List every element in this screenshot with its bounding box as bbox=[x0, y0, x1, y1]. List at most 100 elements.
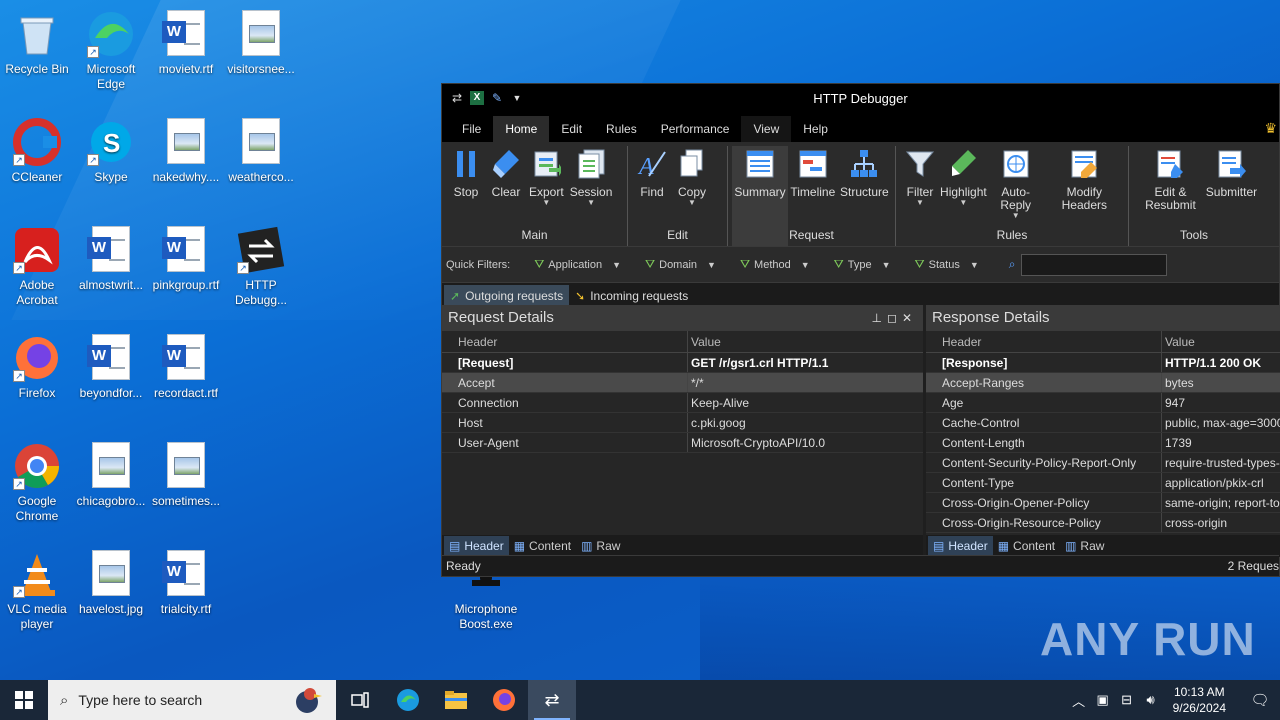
network-icon[interactable]: ⊟ bbox=[1115, 692, 1139, 708]
quick-filter-domain[interactable]: ⛛ Domain ▼ bbox=[645, 257, 716, 272]
vlc-icon: ↗ bbox=[13, 550, 61, 598]
desktop-icon-word-doc[interactable]: Wrecordact.rtf bbox=[149, 334, 223, 401]
timeline-icon bbox=[799, 150, 827, 178]
table-row[interactable]: Content-Security-Policy-Report-Only requi… bbox=[926, 453, 1280, 473]
session-dropdown-icon[interactable]: ▼ bbox=[587, 199, 595, 207]
table-row[interactable]: [Request] GET /r/gsr1.crl HTTP/1.1 bbox=[442, 353, 923, 373]
view-tab-raw[interactable]: ▥ Raw bbox=[1060, 536, 1109, 556]
desktop-icon-label: pinkgroup.rtf bbox=[152, 278, 220, 292]
table-row[interactable]: Content-Type application/pkix-crl bbox=[926, 473, 1280, 493]
desktop-icon-label: nakedwhy.... bbox=[152, 170, 220, 184]
copy-dropdown-icon[interactable]: ▼ bbox=[688, 199, 696, 207]
search-icon: ⌕ bbox=[60, 691, 69, 709]
tab-incoming-requests[interactable]: ➘ Incoming requests bbox=[569, 285, 694, 307]
quick-filter-type[interactable]: ⛛ Type ▼ bbox=[834, 257, 891, 272]
clock[interactable]: 10:13 AM 9/26/2024 bbox=[1173, 684, 1226, 716]
highlight-dropdown-icon[interactable]: ▼ bbox=[959, 199, 967, 207]
status-text: Ready bbox=[446, 559, 481, 573]
ribbon-group-tools: Edit & Resubmit Submitter Tools bbox=[1129, 146, 1259, 246]
desktop-icon-image-file[interactable]: sometimes... bbox=[149, 442, 223, 509]
filter-dropdown-icon[interactable]: ▼ bbox=[916, 199, 924, 207]
header-cell: [Response] bbox=[926, 353, 1162, 372]
menu-file[interactable]: File bbox=[450, 116, 493, 142]
desktop-icon-word-doc[interactable]: Wbeyondfor... bbox=[74, 334, 148, 401]
table-row[interactable]: Content-Length 1739 bbox=[926, 433, 1280, 453]
col-header[interactable]: Header bbox=[442, 331, 688, 352]
desktop-icon-word-doc[interactable]: Wtrialcity.rtf bbox=[149, 550, 223, 617]
table-row[interactable]: Age 947 bbox=[926, 393, 1280, 413]
value-cell: Keep-Alive bbox=[691, 396, 750, 410]
table-row[interactable]: Host c.pki.goog bbox=[442, 413, 923, 433]
start-button[interactable] bbox=[0, 680, 48, 720]
table-row[interactable]: Connection Keep-Alive bbox=[442, 393, 923, 413]
col-header[interactable]: Header bbox=[926, 331, 1162, 352]
table-row[interactable]: User-Agent Microsoft-CryptoAPI/10.0 bbox=[442, 433, 923, 453]
menu-help[interactable]: Help bbox=[791, 116, 840, 142]
desktop-icon-word-doc[interactable]: Walmostwrit... bbox=[74, 226, 148, 293]
pane-controls[interactable]: ⊥◻✕ bbox=[872, 305, 917, 331]
device-icon[interactable]: ▣ bbox=[1091, 692, 1115, 708]
menu-edit[interactable]: Edit bbox=[549, 116, 594, 142]
desktop-icon-word-doc[interactable]: Wpinkgroup.rtf bbox=[149, 226, 223, 293]
task-view-button[interactable] bbox=[336, 680, 384, 720]
col-value[interactable]: Value bbox=[688, 331, 923, 352]
desktop-icon-skype[interactable]: S ↗ Skype bbox=[74, 118, 148, 185]
view-tab-raw[interactable]: ▥ Raw bbox=[576, 536, 625, 556]
desktop-icon-http-debugger[interactable]: ↗ HTTP Debugg... bbox=[224, 226, 298, 308]
desktop-icon-label: CCleaner bbox=[11, 170, 63, 184]
taskbar-http-debugger[interactable]: ⇄ bbox=[528, 680, 576, 720]
desktop-icon-image-file[interactable]: havelost.jpg bbox=[74, 550, 148, 617]
title-bar[interactable]: ⇄ X ✎ ▼ HTTP Debugger bbox=[442, 84, 1279, 112]
table-row[interactable]: [Response] HTTP/1.1 200 OK bbox=[926, 353, 1280, 373]
request-details-pane: Request Details ⊥◻✕ Header Value [Reques… bbox=[442, 305, 923, 557]
notification-icon[interactable]: 🗨︎ bbox=[1240, 691, 1280, 709]
desktop-icon-edge[interactable]: ↗ Microsoft Edge bbox=[74, 10, 148, 92]
taskbar-file-explorer[interactable] bbox=[432, 680, 480, 720]
desktop-icon-acrobat[interactable]: ↗ Adobe Acrobat bbox=[0, 226, 74, 308]
menu-view[interactable]: View bbox=[741, 116, 792, 142]
desktop-icon-vlc[interactable]: ↗ VLC media player bbox=[0, 550, 74, 632]
table-row[interactable]: Accept-Ranges bytes bbox=[926, 373, 1280, 393]
crown-icon[interactable]: ♛ bbox=[1264, 120, 1277, 137]
view-tab-header[interactable]: ▤ Header bbox=[444, 536, 509, 556]
quick-filter-status[interactable]: ⛛ Status ▼ bbox=[915, 257, 979, 272]
taskbar-edge[interactable] bbox=[384, 680, 432, 720]
quick-filter-method[interactable]: ⛛ Method ▼ bbox=[740, 257, 810, 272]
volume-icon[interactable]: 🔊︎ bbox=[1139, 692, 1163, 708]
menu-home[interactable]: Home bbox=[493, 116, 550, 142]
desktop-icon-image-file[interactable]: weatherco... bbox=[224, 118, 298, 185]
desktop-icon-recycle-bin[interactable]: Recycle Bin bbox=[0, 10, 74, 77]
tab-outgoing-requests[interactable]: ➚ Outgoing requests bbox=[444, 284, 570, 307]
shortcut-arrow-icon: ↗ bbox=[237, 262, 249, 274]
desktop-icon-image-file[interactable]: chicagobro... bbox=[74, 442, 148, 509]
table-row[interactable]: Cross-Origin-Resource-Policy cross-origin bbox=[926, 513, 1280, 533]
quick-search-input[interactable] bbox=[1021, 253, 1168, 276]
desktop-icon-image-file[interactable]: nakedwhy.... bbox=[149, 118, 223, 185]
desktop-icon-ccleaner[interactable]: ↗ CCleaner bbox=[0, 118, 74, 185]
word-doc-icon: W bbox=[87, 334, 135, 382]
chevron-up-icon[interactable]: ︿ bbox=[1067, 691, 1091, 710]
window-title: HTTP Debugger bbox=[813, 90, 908, 106]
firefox-icon: ↗ bbox=[13, 334, 61, 382]
taskbar-search[interactable]: ⌕ Type here to search bbox=[48, 680, 336, 720]
table-row[interactable]: Cross-Origin-Opener-Policy same-origin; r… bbox=[926, 493, 1280, 513]
view-tab-content[interactable]: ▦ Content bbox=[509, 536, 576, 556]
desktop-icon-image-file[interactable]: visitorsnee... bbox=[224, 10, 298, 77]
request-count: 2 Reques bbox=[1227, 559, 1279, 573]
table-row[interactable]: Cache-Control public, max-age=3000 bbox=[926, 413, 1280, 433]
menu-performance[interactable]: Performance bbox=[649, 116, 742, 142]
desktop-icon-chrome[interactable]: ↗ Google Chrome bbox=[0, 442, 74, 524]
filter-icon bbox=[905, 151, 935, 177]
auto-reply-dropdown-icon[interactable]: ▼ bbox=[1012, 212, 1020, 220]
col-value[interactable]: Value bbox=[1162, 331, 1280, 352]
view-tab-header[interactable]: ▤ Header bbox=[928, 536, 993, 556]
table-row[interactable]: Accept */* bbox=[442, 373, 923, 393]
desktop-icon-firefox[interactable]: ↗ Firefox bbox=[0, 334, 74, 401]
view-tab-content[interactable]: ▦ Content bbox=[993, 536, 1060, 556]
http-debugger-window[interactable]: ⇄ X ✎ ▼ HTTP Debugger File Home Edit Rules P… bbox=[441, 83, 1280, 577]
desktop-icon-word-doc[interactable]: Wmovietv.rtf bbox=[149, 10, 223, 77]
export-dropdown-icon[interactable]: ▼ bbox=[542, 199, 550, 207]
menu-rules[interactable]: Rules bbox=[594, 116, 649, 142]
taskbar-firefox[interactable] bbox=[480, 680, 528, 720]
quick-filter-application[interactable]: ⛛ Application ▼ bbox=[534, 257, 621, 272]
